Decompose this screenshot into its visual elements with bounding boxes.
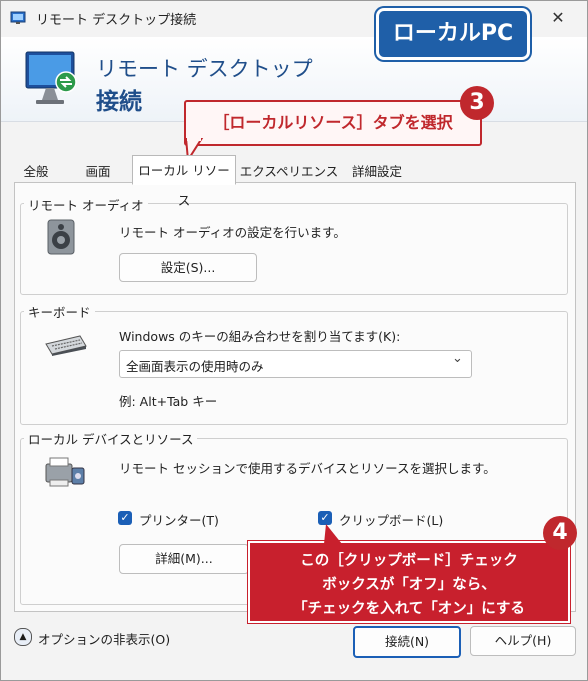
- tab-general[interactable]: 全般: [14, 160, 58, 184]
- step4-callout: この［クリップボード］チェック ボックスが「オフ」なら、 「チェックを入れて「オ…: [248, 541, 570, 623]
- window-title: リモート デスクトップ接続: [36, 13, 197, 28]
- keyboard-icon: [45, 335, 87, 356]
- speaker-icon: [47, 219, 75, 255]
- monitor-connection-icon: [25, 51, 77, 104]
- step-badge-3: 3: [460, 86, 494, 120]
- tab-display[interactable]: 画面: [74, 160, 122, 184]
- details-button[interactable]: 詳細(M)...: [119, 544, 249, 574]
- keyboard-group-title: キーボード: [24, 302, 95, 321]
- tab-experience[interactable]: エクスペリエンス: [238, 160, 340, 184]
- audio-description: リモート オーディオの設定を行います。: [119, 225, 346, 240]
- step4-callout-line1: この［クリップボード］チェック: [300, 553, 518, 569]
- tab-advanced[interactable]: 詳細設定: [342, 160, 412, 184]
- remote-audio-group: [20, 203, 568, 295]
- clipboard-label: クリップボード(L): [339, 513, 444, 528]
- printer-checkbox[interactable]: ✓: [118, 511, 132, 525]
- banner-title-line1: リモート デスクトップ: [96, 57, 313, 81]
- connect-button[interactable]: 接続(N): [353, 626, 461, 658]
- local-pc-callout: ローカルPC: [376, 8, 530, 60]
- step4-pointer: [324, 524, 342, 544]
- chevron-up-icon[interactable]: ▲: [14, 628, 32, 646]
- devices-description: リモート セッションで使用するデバイスとリソースを選択します。: [119, 461, 496, 476]
- printer-label: プリンター(T): [139, 513, 219, 528]
- step-badge-4: 4: [543, 516, 577, 550]
- tab-local-resources[interactable]: ローカル リソース: [132, 155, 236, 208]
- keyboard-example: 例: Alt+Tab キー: [119, 394, 218, 409]
- clipboard-checkbox[interactable]: ✓: [318, 511, 332, 525]
- chevron-down-icon: ⌄: [452, 351, 463, 366]
- devices-icon: [45, 457, 85, 487]
- step4-callout-line2: ボックスが「オフ」なら、: [322, 577, 496, 593]
- audio-settings-button[interactable]: 設定(S)...: [119, 253, 257, 282]
- keyboard-select-value: 全画面表示の使用時のみ: [126, 359, 264, 374]
- step3-callout: ［ローカルリソース］タブを選択: [184, 100, 482, 146]
- local-devices-group-title: ローカル デバイスとリソース: [24, 429, 198, 448]
- keyboard-description: Windows のキーの組み合わせを割り当てます(K):: [119, 329, 401, 344]
- remote-desktop-app-icon: [10, 11, 26, 24]
- step4-callout-line3: 「チェックを入れて「オン」にする: [293, 601, 525, 617]
- hide-options-link[interactable]: オプションの非表示(O): [38, 629, 170, 648]
- remote-audio-group-title: リモート オーディオ: [24, 195, 148, 214]
- banner-title-line2: 接続: [96, 89, 142, 115]
- close-icon[interactable]: ✕: [540, 4, 576, 32]
- help-button[interactable]: ヘルプ(H): [470, 626, 576, 656]
